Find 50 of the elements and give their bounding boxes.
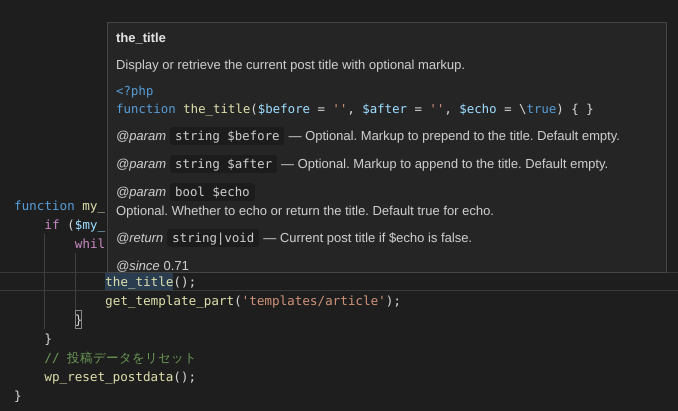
code-token: ( <box>67 216 75 234</box>
code-token: = <box>317 101 325 116</box>
code-token: the_title <box>183 101 250 116</box>
code-token: get_template_part <box>105 292 234 310</box>
code-token: if <box>44 216 60 234</box>
code-token: $before <box>258 101 310 116</box>
code-token: = \ <box>504 101 526 116</box>
code-token: } <box>14 387 22 405</box>
code-comment: // 投稿データをリセット <box>44 349 198 367</box>
code-token: } <box>44 330 52 348</box>
tag-description: — Optional. Markup to prepend to the title. Default empty. <box>288 127 620 145</box>
code-token: function <box>14 197 75 215</box>
code-token: ( <box>234 292 242 310</box>
code-token: = <box>414 101 422 116</box>
code-token: ); <box>386 292 401 310</box>
tag-description: Optional. Whether to echo or return the title. Default true for echo. <box>116 202 495 220</box>
code-token: } <box>74 310 82 329</box>
doc-tag: @param <box>116 126 166 146</box>
tooltip-description: Display or retrieve the current post title with optional markup. <box>116 56 466 74</box>
code-token: , <box>444 101 452 116</box>
doc-tag: @return <box>116 228 164 248</box>
code-token: 'templates/article' <box>242 292 386 310</box>
doc-tag: @since <box>116 256 160 272</box>
code-token: $echo <box>459 101 497 116</box>
code-token: (); <box>173 368 196 386</box>
code-token: ) { } <box>556 101 594 116</box>
tag-description: — Optional. Markup to append to the title. Default empty. <box>281 155 608 173</box>
code-token: wp_reset_postdata <box>44 368 174 386</box>
code-token: the_title <box>105 273 174 290</box>
code-token: ( <box>250 101 258 116</box>
code-token: (); <box>173 273 196 290</box>
inline-code: string $after <box>170 155 278 173</box>
code-token: '' <box>429 101 444 116</box>
inline-code: string $before <box>170 127 284 145</box>
doc-tag: @param <box>116 182 166 202</box>
tag-description: 0.71 <box>164 257 189 272</box>
tooltip-title: the_title <box>116 29 167 47</box>
code-token: $after <box>362 101 408 116</box>
inline-code: bool $echo <box>170 183 255 201</box>
tag-description: — Current post title if $echo is false. <box>263 229 472 247</box>
code-token: true <box>526 101 556 116</box>
inline-code: string|void <box>167 229 260 247</box>
code-token: $my_ <box>74 216 106 234</box>
code-token: my_ <box>82 197 106 215</box>
code-token: , <box>347 101 355 116</box>
code-token: whil <box>74 235 106 253</box>
doc-tag: @param <box>116 154 166 174</box>
code-token: function <box>116 101 176 116</box>
code-token: '' <box>332 101 348 116</box>
code-token: <?php <box>116 83 154 98</box>
